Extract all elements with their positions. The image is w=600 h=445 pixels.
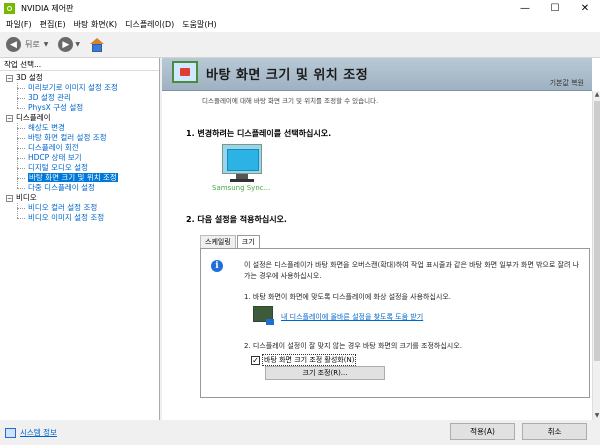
scroll-thumb[interactable] <box>594 101 600 361</box>
system-info-area: 시스템 정보 <box>0 420 160 445</box>
menu-edit[interactable]: 편집(E) <box>40 19 66 30</box>
tree-category-label: 3D 설정 <box>16 73 43 82</box>
tree-category-video[interactable]: − 비디오 <box>0 193 159 203</box>
arrow-left-icon: ◀ <box>10 39 17 50</box>
monitor-icon[interactable] <box>222 144 262 184</box>
tree-item-desktop-size[interactable]: 바탕 화면 크기 및 위치 조정 <box>0 173 159 183</box>
task-tree: − 3D 설정 미리보기로 이미지 설정 조정 3D 설정 관리 PhysX 구… <box>0 71 159 223</box>
close-button[interactable]: ✕ <box>570 0 600 17</box>
apply-button[interactable]: 적용(A) <box>450 423 515 440</box>
tree-item-physx[interactable]: PhysX 구성 설정 <box>0 103 159 113</box>
task-select-header: 작업 선택... <box>0 58 159 71</box>
page-header: 바탕 화면 크기 및 위치 조정 기본값 복원 <box>162 58 592 91</box>
minimize-button[interactable]: — <box>510 0 540 17</box>
resize-button[interactable]: 크기 조정(R)... <box>265 366 385 380</box>
menu-help[interactable]: 도움말(H) <box>182 19 216 30</box>
section-apply-settings: 2. 다음 설정을 적용하십시오. <box>186 215 287 224</box>
back-button[interactable]: ◀ <box>6 37 21 52</box>
nvidia-logo-icon <box>4 3 15 14</box>
info-icon: i <box>211 260 223 272</box>
scroll-down-icon[interactable]: ▼ <box>593 412 600 420</box>
collapse-icon[interactable]: − <box>6 74 13 82</box>
page-description: 디스플레이에 대해 바탕 화면 크기 및 위치를 조정할 수 있습니다. <box>202 97 379 105</box>
forward-dropdown-icon[interactable]: ▼ <box>75 41 80 48</box>
tree-item-desktop-color[interactable]: 바탕 화면 컬러 설정 조정 <box>0 133 159 143</box>
maximize-button[interactable]: ☐ <box>540 0 570 17</box>
restore-defaults-link[interactable]: 기본값 복원 <box>550 78 584 88</box>
tab-size[interactable]: 크기 <box>236 235 260 248</box>
back-dropdown-icon[interactable]: ▼ <box>44 41 49 48</box>
enable-resize-checkbox[interactable]: ✓ <box>251 355 260 365</box>
tree-category-display[interactable]: − 디스플레이 <box>0 113 159 123</box>
forward-button[interactable]: ▶ <box>58 37 74 52</box>
size-tab-pane: i 이 설정은 디스플레이가 바탕 화면을 오버스캔(확대)하여 작업 표시줄과… <box>200 248 590 398</box>
help-link-icon <box>253 306 274 325</box>
help-link[interactable]: 내 디스플레이에 올바른 설정을 찾도록 도움 받기 <box>281 312 423 322</box>
collapse-icon[interactable]: − <box>6 114 13 122</box>
menu-display[interactable]: 디스플레이(D) <box>125 19 174 30</box>
tree-item-preview-image[interactable]: 미리보기로 이미지 설정 조정 <box>0 83 159 93</box>
page-title: 바탕 화면 크기 및 위치 조정 <box>206 68 369 83</box>
menu-desktop[interactable]: 바탕 화면(K) <box>74 19 117 30</box>
tree-category-label: 비디오 <box>16 193 37 202</box>
toolbar: ◀ 뒤로 ▼ ▶ ▼ <box>0 32 600 58</box>
section-select-display: 1. 변경하려는 디스플레이를 선택하십시오. <box>186 129 332 138</box>
tree-category-label: 디스플레이 <box>16 113 51 122</box>
menu-file[interactable]: 파일(F) <box>6 19 32 30</box>
enable-resize-label[interactable]: 바탕 화면 크기 조정 활성화(N) <box>262 354 357 366</box>
content-panel: 바탕 화면 크기 및 위치 조정 기본값 복원 디스플레이에 대해 바탕 화면 … <box>162 58 600 420</box>
task-tree-panel: 작업 선택... − 3D 설정 미리보기로 이미지 설정 조정 3D 설정 관… <box>0 58 160 420</box>
info-text: 이 설정은 디스플레이가 바탕 화면을 오버스캔(확대)하여 작업 표시줄과 같… <box>244 261 580 280</box>
tree-item-digital-audio[interactable]: 디지털 오디오 설정 <box>0 163 159 173</box>
tree-item-video-color[interactable]: 비디오 컬러 설정 조정 <box>0 203 159 213</box>
display-name-label[interactable]: Samsung Sync... <box>212 184 270 192</box>
title-bar: NVIDIA 제어판 — ☐ ✕ <box>0 0 600 17</box>
step1-text: 1. 바탕 화면이 화면에 맞도록 디스플레이에 화상 설정을 사용하십시오. <box>244 293 452 301</box>
window-title: NVIDIA 제어판 <box>21 4 74 13</box>
back-label[interactable]: 뒤로 <box>25 39 40 50</box>
enable-resize-checkbox-row[interactable]: ✓ 바탕 화면 크기 조정 활성화(N) <box>251 354 357 366</box>
tree-category-3d[interactable]: − 3D 설정 <box>0 73 159 83</box>
system-info-icon <box>5 427 16 438</box>
tree-item-rotate[interactable]: 디스플레이 회전 <box>0 143 159 153</box>
menu-bar: 파일(F) 편집(E) 바탕 화면(K) 디스플레이(D) 도움말(H) <box>0 17 600 32</box>
tree-item-hdcp[interactable]: HDCP 상태 보기 <box>0 153 159 163</box>
collapse-icon[interactable]: − <box>6 194 13 202</box>
vertical-scrollbar[interactable]: ▲ ▼ <box>592 91 600 420</box>
home-icon[interactable] <box>89 37 104 52</box>
step2-text: 2. 디스플레이 설정이 잘 맞지 않는 경우 바탕 화면의 크기를 조정하십시… <box>244 342 462 350</box>
desktop-size-icon <box>172 61 198 83</box>
system-info-link[interactable]: 시스템 정보 <box>20 427 57 438</box>
tree-item-video-image[interactable]: 비디오 이미지 설정 조정 <box>0 213 159 223</box>
arrow-right-icon: ▶ <box>62 39 70 50</box>
scroll-up-icon[interactable]: ▲ <box>593 91 600 99</box>
settings-tabs: 스케일링 크기 <box>200 235 261 248</box>
tree-item-multi-display[interactable]: 다중 디스플레이 설정 <box>0 183 159 193</box>
tree-item-resolution[interactable]: 해상도 변경 <box>0 123 159 133</box>
cancel-button[interactable]: 취소 <box>522 423 587 440</box>
bottom-bar: 적용(A) 취소 <box>160 420 600 445</box>
tree-item-manage-3d[interactable]: 3D 설정 관리 <box>0 93 159 103</box>
tab-scaling[interactable]: 스케일링 <box>200 235 236 248</box>
